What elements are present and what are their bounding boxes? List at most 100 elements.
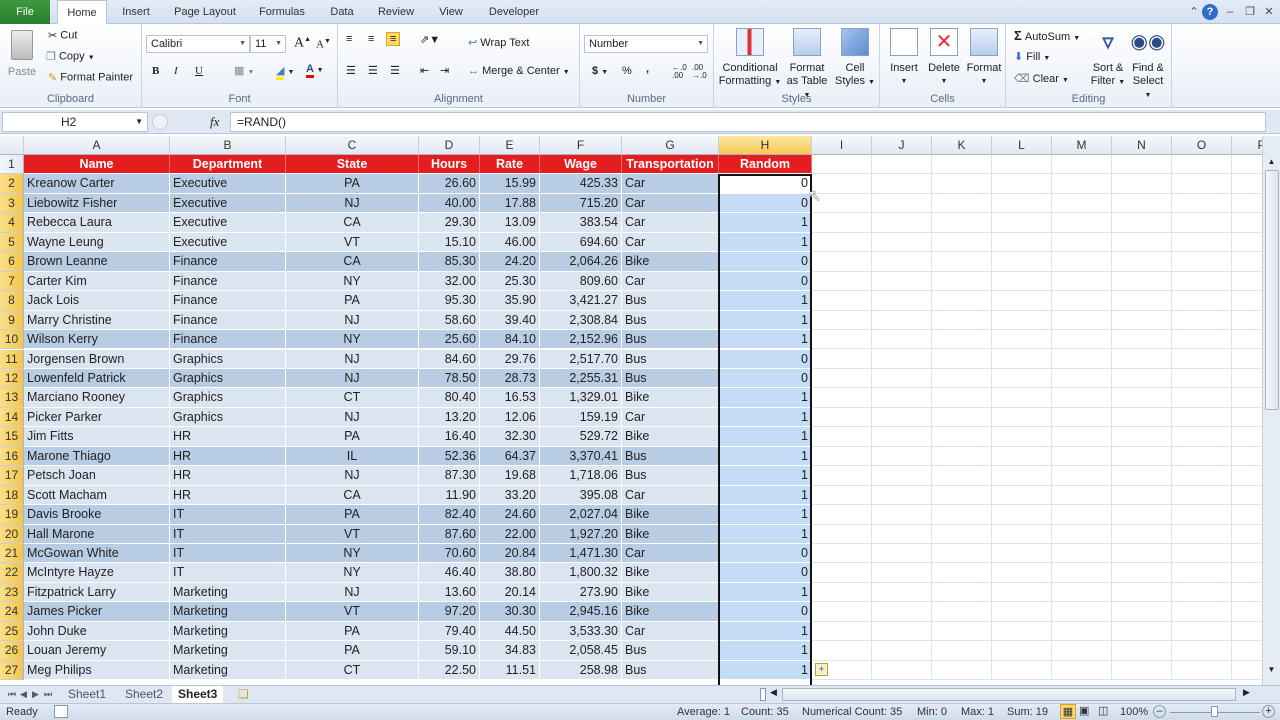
table-cell[interactable]: PA (286, 291, 419, 311)
number-format-dropdown[interactable]: Number ▼ (584, 35, 708, 53)
table-cell[interactable]: 25.60 (419, 330, 480, 350)
zoom-out-icon[interactable]: – (1153, 705, 1166, 718)
empty-cell[interactable] (1172, 544, 1232, 564)
empty-cell[interactable] (812, 641, 872, 661)
table-cell[interactable]: 1,329.01 (540, 388, 622, 408)
table-cell[interactable]: 529.72 (540, 427, 622, 447)
table-cell[interactable]: Marciano Rooney (24, 388, 170, 408)
row-header-23[interactable]: 23 (0, 582, 24, 603)
table-cell[interactable]: Marone Thiago (24, 446, 170, 467)
column-header-k[interactable]: K (932, 136, 992, 155)
table-cell[interactable]: Executive (170, 174, 286, 194)
empty-cell[interactable] (1172, 155, 1232, 175)
empty-cell[interactable] (1112, 232, 1172, 253)
table-header-cell[interactable]: Wage (540, 155, 622, 175)
empty-cell[interactable] (932, 213, 992, 233)
table-cell[interactable]: Graphics (170, 407, 286, 428)
table-cell[interactable]: VT (286, 602, 419, 622)
empty-cell[interactable] (1052, 330, 1112, 350)
table-cell[interactable]: CA (286, 485, 419, 506)
table-cell[interactable]: PA (286, 641, 419, 661)
copy-button[interactable]: ❐ Copy ▼ (46, 50, 95, 63)
row-header-16[interactable]: 16 (0, 446, 24, 467)
empty-cell[interactable] (1112, 660, 1172, 681)
empty-cell[interactable] (932, 310, 992, 331)
table-cell[interactable]: Finance (170, 291, 286, 311)
empty-cell[interactable] (1112, 446, 1172, 467)
empty-cell[interactable] (1052, 213, 1112, 233)
row-header-12[interactable]: 12 (0, 368, 24, 389)
table-cell[interactable]: 2,945.16 (540, 602, 622, 622)
bold-button[interactable]: B (152, 65, 159, 77)
table-cell[interactable]: HR (170, 446, 286, 467)
table-cell[interactable]: Jim Fitts (24, 427, 170, 447)
table-cell[interactable]: Car (622, 213, 719, 233)
table-cell[interactable]: Graphics (170, 349, 286, 369)
empty-cell[interactable] (1232, 602, 1262, 622)
row-header-21[interactable]: 21 (0, 544, 24, 564)
empty-cell[interactable] (1112, 213, 1172, 233)
empty-cell[interactable] (1232, 252, 1262, 272)
table-cell[interactable]: Marry Christine (24, 310, 170, 331)
macro-record-icon[interactable] (54, 705, 68, 718)
empty-cell[interactable] (1112, 641, 1172, 661)
fill-button[interactable]: ⬇ Fill ▼ (1014, 50, 1050, 63)
orientation-button[interactable]: ⇗▼ (420, 33, 440, 46)
align-bottom-button[interactable]: ≡ (386, 32, 401, 46)
tab-formulas[interactable]: Formulas (253, 0, 311, 24)
table-cell[interactable]: Bus (622, 349, 719, 369)
font-size-dropdown[interactable]: 11 ▼ (250, 35, 286, 53)
empty-cell[interactable] (1232, 408, 1262, 428)
table-cell[interactable]: 13.20 (419, 407, 480, 428)
table-cell[interactable]: 22.00 (480, 524, 540, 544)
empty-cell[interactable] (992, 271, 1052, 292)
tab-file[interactable]: File (0, 0, 50, 24)
table-header-cell[interactable]: Hours (419, 155, 480, 175)
row-header-14[interactable]: 14 (0, 407, 24, 428)
table-cell[interactable]: Marketing (170, 602, 286, 622)
table-cell[interactable]: 0 (719, 174, 812, 194)
empty-cell[interactable] (1112, 505, 1172, 525)
table-cell[interactable]: NY (286, 563, 419, 583)
empty-cell[interactable] (1172, 660, 1232, 681)
page-break-view-icon[interactable]: ◫ (1098, 704, 1108, 717)
table-cell[interactable]: 1 (719, 407, 812, 428)
empty-cell[interactable] (992, 466, 1052, 486)
table-cell[interactable]: 29.76 (480, 349, 540, 369)
table-cell[interactable]: 395.08 (540, 485, 622, 506)
table-cell[interactable]: Finance (170, 252, 286, 272)
table-cell[interactable]: Car (622, 621, 719, 642)
table-cell[interactable]: 1 (719, 524, 812, 544)
table-cell[interactable]: NJ (286, 407, 419, 428)
empty-cell[interactable] (872, 349, 932, 369)
empty-cell[interactable] (872, 582, 932, 603)
table-cell[interactable]: 80.40 (419, 388, 480, 408)
empty-cell[interactable] (872, 505, 932, 525)
table-cell[interactable]: 1,927.20 (540, 524, 622, 544)
table-cell[interactable]: 1 (719, 582, 812, 603)
table-cell[interactable]: Picker Parker (24, 407, 170, 428)
empty-cell[interactable] (872, 427, 932, 447)
empty-cell[interactable] (932, 368, 992, 389)
empty-cell[interactable] (1172, 330, 1232, 350)
tab-view[interactable]: View (434, 0, 468, 24)
empty-cell[interactable] (1052, 660, 1112, 681)
empty-cell[interactable] (992, 446, 1052, 467)
empty-cell[interactable] (932, 155, 992, 175)
empty-cell[interactable] (1172, 582, 1232, 603)
increase-indent-button[interactable]: ⇥ (440, 64, 449, 77)
empty-cell[interactable] (992, 155, 1052, 175)
empty-cell[interactable] (1112, 271, 1172, 292)
table-cell[interactable]: IT (170, 563, 286, 583)
row-header-4[interactable]: 4 (0, 213, 24, 233)
table-cell[interactable]: 11.90 (419, 485, 480, 506)
empty-cell[interactable] (872, 641, 932, 661)
empty-cell[interactable] (1232, 622, 1262, 642)
table-cell[interactable]: CA (286, 213, 419, 233)
empty-cell[interactable] (872, 660, 932, 681)
column-header-g[interactable]: G (622, 136, 719, 155)
table-cell[interactable]: Fitzpatrick Larry (24, 582, 170, 603)
table-cell[interactable]: 40.00 (419, 193, 480, 214)
minimize-window-icon[interactable]: – (1222, 4, 1238, 20)
table-cell[interactable]: 2,058.45 (540, 641, 622, 661)
